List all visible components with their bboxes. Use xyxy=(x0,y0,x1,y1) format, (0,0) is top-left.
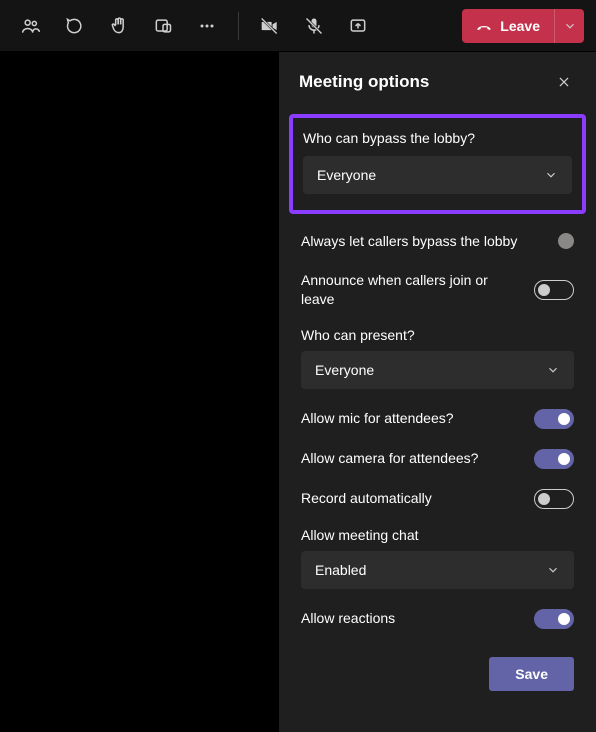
announce-row: Announce when callers join or leave xyxy=(279,261,596,319)
present-block: Who can present? Everyone xyxy=(279,319,596,399)
close-panel-button[interactable] xyxy=(552,70,576,94)
mic-off-icon[interactable] xyxy=(295,7,333,45)
main-area: Meeting options Who can bypass the lobby… xyxy=(0,52,596,732)
allow-mic-label: Allow mic for attendees? xyxy=(301,409,522,428)
allow-camera-toggle[interactable] xyxy=(534,449,574,469)
bypass-lobby-label: Who can bypass the lobby? xyxy=(303,130,572,146)
allow-reactions-toggle[interactable] xyxy=(534,609,574,629)
chevron-down-icon xyxy=(544,168,558,182)
camera-off-icon[interactable] xyxy=(251,7,289,45)
meeting-chat-label: Allow meeting chat xyxy=(301,527,574,543)
record-auto-row: Record automatically xyxy=(279,479,596,519)
raise-hand-icon[interactable] xyxy=(100,7,138,45)
meeting-options-panel: Meeting options Who can bypass the lobby… xyxy=(278,52,596,732)
meeting-chat-select[interactable]: Enabled xyxy=(301,551,574,589)
video-stage xyxy=(0,52,278,732)
allow-mic-row: Allow mic for attendees? xyxy=(279,399,596,439)
allow-camera-label: Allow camera for attendees? xyxy=(301,449,522,468)
panel-header: Meeting options xyxy=(279,70,596,108)
record-auto-toggle[interactable] xyxy=(534,489,574,509)
share-icon[interactable] xyxy=(339,7,377,45)
meeting-chat-value: Enabled xyxy=(315,562,366,578)
allow-camera-row: Allow camera for attendees? xyxy=(279,439,596,479)
bypass-lobby-select[interactable]: Everyone xyxy=(303,156,572,194)
present-select[interactable]: Everyone xyxy=(301,351,574,389)
leave-button-group: Leave xyxy=(462,9,584,43)
bypass-lobby-highlight: Who can bypass the lobby? Everyone xyxy=(289,114,586,214)
leave-caret-button[interactable] xyxy=(554,9,584,43)
leave-button[interactable]: Leave xyxy=(462,9,554,43)
announce-toggle[interactable] xyxy=(534,280,574,300)
chevron-down-icon xyxy=(546,363,560,377)
toolbar-separator xyxy=(238,12,239,40)
panel-title: Meeting options xyxy=(299,72,429,92)
leave-label: Leave xyxy=(500,18,540,34)
bypass-lobby-value: Everyone xyxy=(317,167,376,183)
callers-bypass-label: Always let callers bypass the lobby xyxy=(301,232,546,251)
people-icon[interactable] xyxy=(12,7,50,45)
save-button[interactable]: Save xyxy=(489,657,574,691)
record-auto-label: Record automatically xyxy=(301,489,522,508)
chat-icon[interactable] xyxy=(56,7,94,45)
meeting-chat-block: Allow meeting chat Enabled xyxy=(279,519,596,599)
present-value: Everyone xyxy=(315,362,374,378)
allow-mic-toggle[interactable] xyxy=(534,409,574,429)
close-icon xyxy=(557,75,571,89)
present-label: Who can present? xyxy=(301,327,574,343)
chevron-down-icon xyxy=(546,563,560,577)
more-icon[interactable] xyxy=(188,7,226,45)
chevron-down-icon xyxy=(563,19,577,33)
allow-reactions-label: Allow reactions xyxy=(301,609,522,628)
callers-bypass-toggle[interactable] xyxy=(558,233,574,249)
rooms-icon[interactable] xyxy=(144,7,182,45)
callers-bypass-row: Always let callers bypass the lobby xyxy=(279,222,596,261)
save-row: Save xyxy=(279,639,596,691)
announce-label: Announce when callers join or leave xyxy=(301,271,522,309)
meeting-toolbar: Leave xyxy=(0,0,596,52)
allow-reactions-row: Allow reactions xyxy=(279,599,596,639)
hangup-icon xyxy=(476,18,492,34)
